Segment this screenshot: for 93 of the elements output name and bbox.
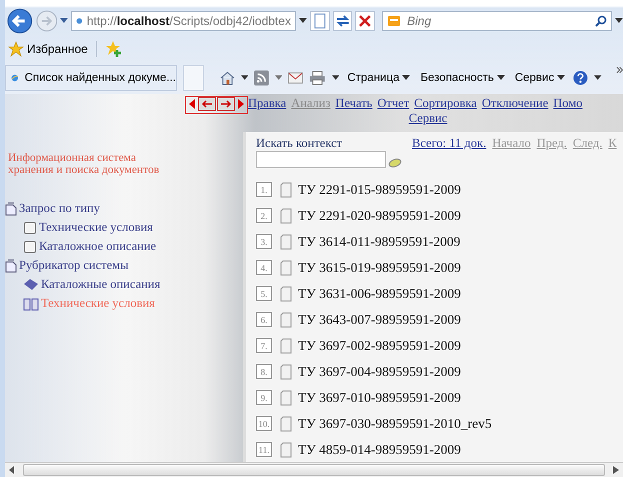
result-number: 2. [256, 208, 272, 223]
back-icon[interactable] [7, 8, 33, 34]
dropdown-icon[interactable] [615, 18, 623, 24]
scroll-right-icon[interactable] [613, 466, 619, 474]
menu-link[interactable]: Сортировка [414, 96, 477, 111]
result-number: 9. [256, 390, 272, 405]
command-menu[interactable]: Страница [345, 72, 412, 84]
dropdown-icon[interactable] [298, 18, 307, 24]
document-icon [5, 258, 17, 272]
menu-link[interactable]: Печать [335, 96, 372, 111]
menu-link[interactable]: Правка [248, 96, 286, 111]
document-link[interactable]: ТУ 3697-010-98959591-2009 [298, 390, 461, 406]
page-icon [23, 240, 37, 254]
command-menu[interactable]: Безопасность [418, 72, 507, 84]
result-number: 6. [256, 312, 272, 327]
menu-link[interactable]: Помо [553, 96, 582, 111]
close-icon[interactable] [355, 11, 376, 31]
document-icon [280, 260, 294, 276]
document-icon [280, 442, 294, 458]
document-icon [280, 234, 294, 250]
result-number: 5. [256, 286, 272, 301]
menu-link[interactable]: Сервис [408, 111, 448, 126]
dropdown-icon[interactable] [332, 75, 340, 81]
add-favorite-icon[interactable] [104, 40, 123, 58]
system-title: Информационная система хранения и поиска документов [7, 152, 160, 176]
scroll-left-icon[interactable] [9, 466, 15, 474]
result-number: 3. [256, 234, 272, 249]
document-link[interactable]: ТУ 4859-014-98959591-2009 [298, 442, 461, 458]
menu-link[interactable]: Отключение [482, 96, 548, 111]
feed-icon[interactable] [254, 70, 269, 86]
search-label: Искать контекст [256, 136, 344, 151]
next-page-icon[interactable] [217, 97, 235, 111]
document-link[interactable]: ТУ 3631-006-98959591-2009 [298, 286, 461, 302]
result-number: 1. [256, 182, 272, 197]
document-link[interactable]: ТУ 2291-020-98959591-2009 [298, 208, 461, 224]
page-icon [23, 220, 37, 234]
result-number: 7. [256, 338, 272, 353]
document-icon [280, 286, 294, 302]
document-icon [280, 416, 294, 432]
result-number: 10. [256, 416, 272, 431]
printer-icon[interactable] [309, 70, 326, 86]
document-link[interactable]: ТУ 3614-011-98959591-2009 [298, 234, 460, 250]
document-link[interactable]: ТУ 3615-019-98959591-2009 [298, 260, 461, 276]
document-icon [280, 182, 294, 198]
home-icon[interactable] [220, 70, 234, 86]
tree-item[interactable]: Каталожные описания [5, 276, 243, 293]
tree-item[interactable]: Запрос по типу [5, 200, 243, 217]
tree-item[interactable]: Технические условия [5, 219, 243, 236]
refresh-icon[interactable] [332, 11, 352, 31]
search-field[interactable]: Bing [382, 11, 612, 31]
document-icon [280, 208, 294, 224]
document-link[interactable]: ТУ 2291-015-98959591-2009 [298, 182, 461, 198]
tree-item[interactable]: Каталожное описание [5, 238, 243, 255]
caret-icon [402, 75, 410, 81]
dropdown-icon[interactable] [240, 75, 248, 81]
document-link[interactable]: ТУ 3697-004-98959591-2009 [298, 364, 461, 380]
eraser-icon[interactable] [388, 158, 402, 168]
browser-tab[interactable]: Список найденных докуме... [5, 65, 177, 91]
dropdown-icon[interactable] [60, 18, 68, 24]
command-menu[interactable]: Сервис [512, 72, 568, 84]
result-number: 4. [256, 260, 272, 275]
document-icon [280, 390, 294, 406]
tree-item[interactable]: Рубрикатор системы [5, 257, 243, 274]
result-number: 11. [256, 442, 272, 457]
first-page-icon[interactable] [187, 97, 197, 111]
caret-icon [557, 75, 566, 81]
search-icon[interactable] [595, 15, 608, 27]
caret-icon [496, 75, 505, 81]
dropdown-icon[interactable] [594, 75, 602, 81]
scrollbar-thumb[interactable] [23, 464, 605, 476]
favorites-button[interactable]: Избранное [8, 41, 97, 57]
context-search-field[interactable] [256, 151, 386, 168]
total-link[interactable]: Всего: 11 док. [412, 136, 486, 151]
open-book-icon [23, 296, 39, 310]
document-icon [280, 312, 294, 328]
address-field[interactable]: http://localhost/Scripts/odbj42/iodbtex [71, 11, 296, 31]
document-link[interactable]: ТУ 3643-007-98959591-2009 [298, 312, 461, 328]
document-icon [280, 338, 294, 354]
book-icon [23, 278, 39, 292]
document-icon [5, 202, 17, 216]
chevron-icon[interactable] [616, 66, 623, 74]
menu-link[interactable]: Отчет [377, 96, 410, 111]
help-icon[interactable] [573, 70, 588, 86]
document-icon [280, 364, 294, 380]
mail-icon[interactable] [288, 72, 304, 84]
tab-title: Список найденных докуме... [24, 72, 176, 84]
star-icon [8, 41, 24, 57]
last-page-icon[interactable] [236, 97, 246, 111]
document-link[interactable]: ТУ 3697-030-98959591-2010_rev5 [298, 416, 492, 432]
search-provider-icon [387, 14, 402, 28]
previous-page-icon[interactable] [198, 97, 216, 111]
result-number: 8. [256, 364, 272, 379]
document-link[interactable]: ТУ 3697-002-98959591-2009 [298, 338, 461, 354]
